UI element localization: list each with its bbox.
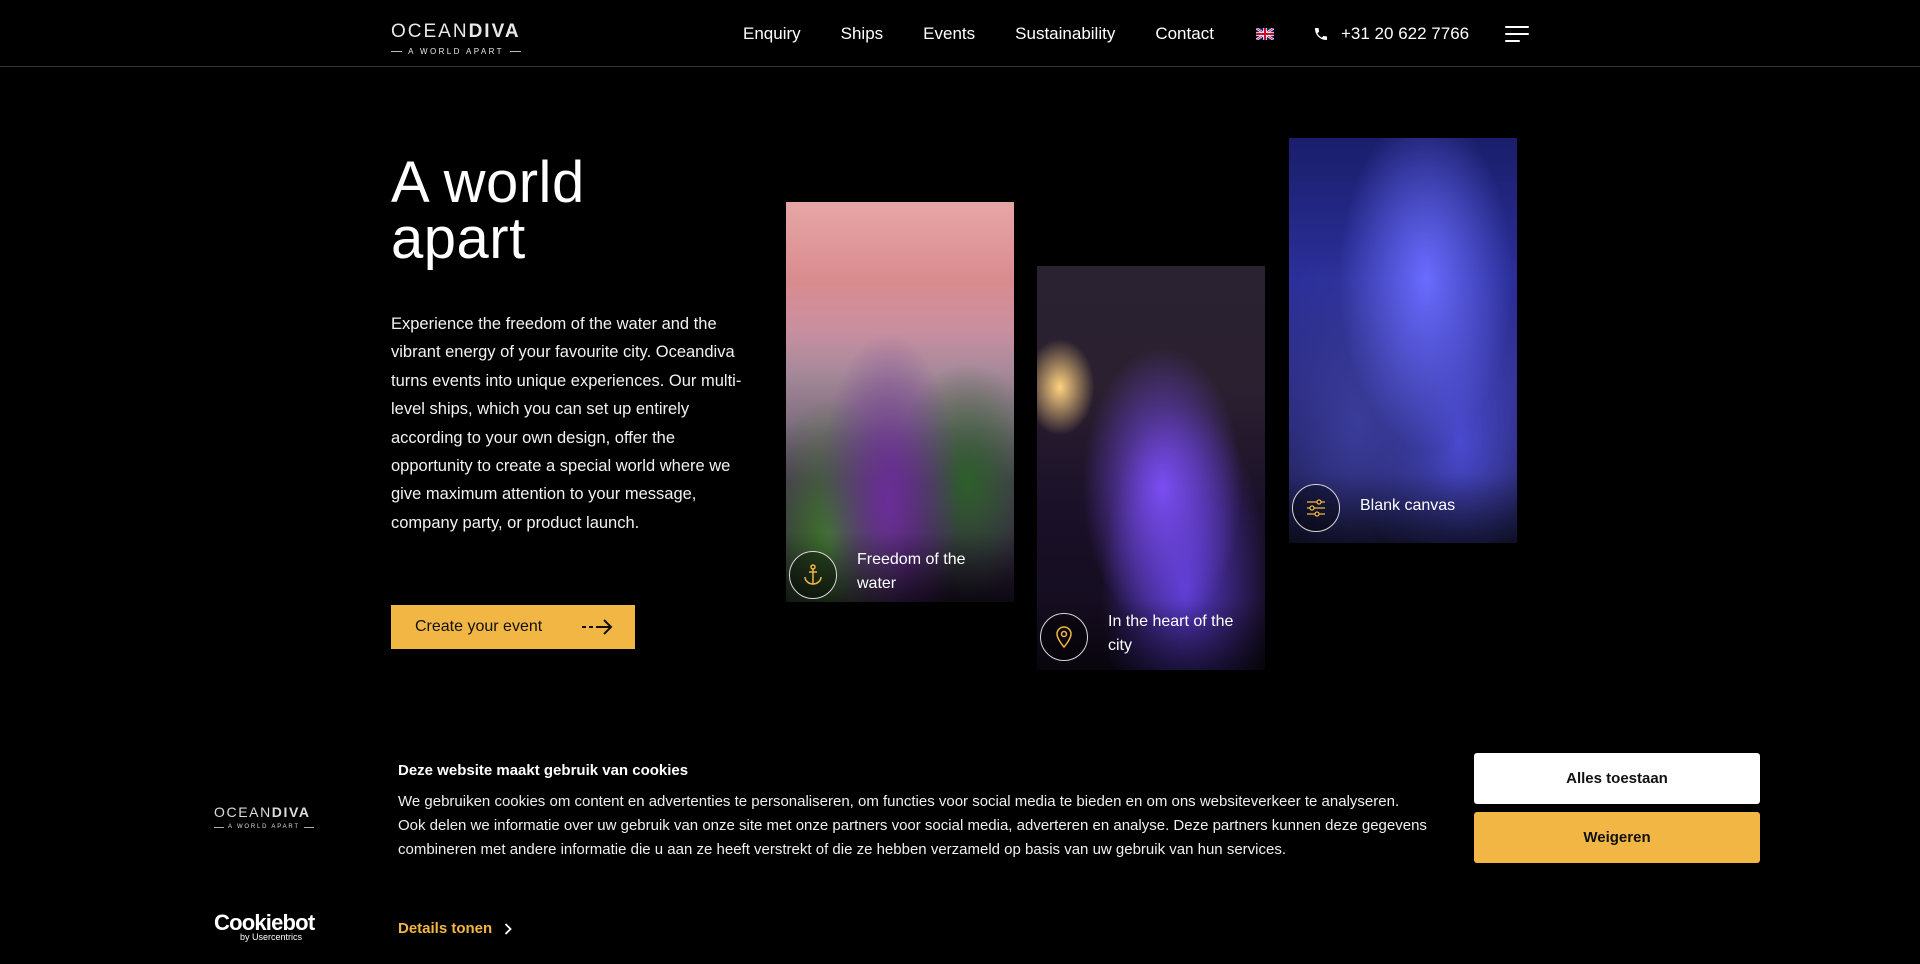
main-nav: Enquiry Ships Events Sustainability Cont… [743,24,1254,44]
feature-card-city[interactable]: In the heart of the city [1037,266,1265,670]
anchor-icon [789,551,837,599]
feature-card-water[interactable]: Freedom of the water [786,202,1014,602]
nav-events[interactable]: Events [923,24,975,44]
arrow-right-icon [582,619,613,635]
phone-link[interactable]: +31 20 622 7766 [1313,24,1469,44]
location-pin-icon [1040,613,1088,661]
chevron-right-icon [505,922,512,935]
show-details-link[interactable]: Details tonen [398,920,512,937]
create-event-button[interactable]: Create your event [391,605,635,649]
site-header: OCEANDIVA A WORLD APART Enquiry Ships Ev… [0,0,1920,67]
card-caption: In the heart of the city [1108,613,1234,654]
oceandiva-logo[interactable]: OCEANDIVA A WORLD APART [391,22,521,56]
phone-number: +31 20 622 7766 [1341,24,1470,43]
card-caption: Blank canvas [1360,497,1456,514]
logo-wordmark: OCEANDIVA [391,21,521,42]
nav-contact[interactable]: Contact [1155,24,1214,44]
nav-enquiry[interactable]: Enquiry [743,24,801,44]
allow-all-button[interactable]: Alles toestaan [1474,753,1760,804]
hero-description: Experience the freedom of the water and … [391,315,742,532]
cookiebot-logo[interactable]: Cookiebot by Usercentrics [214,912,315,943]
hero-title: A world apart [391,150,585,271]
deny-button[interactable]: Weigeren [1474,812,1760,863]
sliders-icon [1292,484,1340,532]
cookie-title: Deze website maakt gebruik van cookies [398,762,689,779]
create-event-label: Create your event [415,618,543,635]
banner-oceandiva-logo: OCEANDIVA A WORLD APART [214,804,314,830]
card-caption: Freedom of the water [857,551,966,592]
cookie-banner: OCEANDIVA A WORLD APART Cookiebot by Use… [0,736,1920,964]
menu-icon[interactable] [1505,26,1529,42]
show-details-label: Details tonen [398,920,493,937]
nav-sustainability[interactable]: Sustainability [1015,24,1115,44]
logo-tagline: A WORLD APART [391,47,521,56]
feature-card-canvas[interactable]: Blank canvas [1289,138,1517,543]
cookie-description: We gebruiken cookies om content en adver… [398,793,1427,859]
phone-icon [1315,28,1327,40]
nav-ships[interactable]: Ships [841,24,884,44]
uk-flag-icon[interactable] [1256,28,1274,40]
